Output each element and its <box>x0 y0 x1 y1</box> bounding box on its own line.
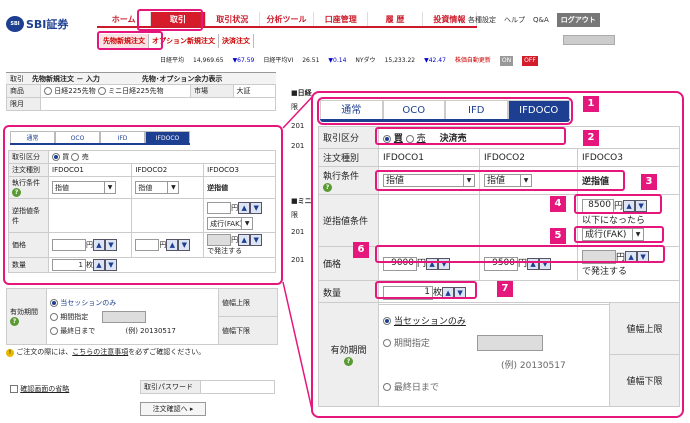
right-price-label: 価格 <box>318 246 379 281</box>
badge-4: 4 <box>550 196 566 212</box>
badge-6: 6 <box>353 242 369 258</box>
right-tab-ifdoco[interactable]: IFDOCO <box>507 100 570 119</box>
right-order-3: IFDOCO3 <box>577 148 680 167</box>
right-last-radio[interactable] <box>383 383 391 391</box>
right-order-table: 取引区分 買 売決済売 注文種別 IFDOCO1 IFDOCO2 IFDOCO3… <box>318 126 680 305</box>
right-cond-text: 執行条件 <box>323 172 360 182</box>
right-order-1: IFDOCO1 <box>378 148 480 167</box>
badge-7: 7 <box>497 281 513 297</box>
right-order-send: で発注する <box>582 267 628 278</box>
right-validity-options: 当セッションのみ 期間指定 (例) 20130517 最終日まで <box>378 302 610 407</box>
right-lower-limit: 値幅下限 <box>609 354 680 407</box>
right-tab-oco[interactable]: OCO <box>382 100 445 119</box>
right-date-input[interactable] <box>476 335 543 351</box>
right-validity-text: 有効期間 <box>330 346 367 356</box>
right-tab-ifd[interactable]: IFD <box>445 100 508 119</box>
right-order-2: IFDOCO2 <box>479 148 578 167</box>
right-qty-label: 数量 <box>318 280 379 305</box>
badge-1: 1 <box>583 96 599 112</box>
right-order-type-label: 注文種別 <box>318 148 379 167</box>
right-stop-cond-label: 逆指値条件 <box>318 194 379 247</box>
right-trade-type-label: 取引区分 <box>318 126 379 149</box>
right-cond-label: 執行条件? <box>318 166 379 195</box>
badge-3: 3 <box>641 174 657 190</box>
badge-2: 2 <box>583 130 599 146</box>
right-last-text: 最終日まで <box>393 382 439 393</box>
help-icon[interactable]: ? <box>344 357 353 366</box>
right-tab-normal[interactable]: 通常 <box>320 100 383 119</box>
right-validity-table: 有効期間? 当セッションのみ 期間指定 (例) 20130517 最終日まで 値… <box>318 302 680 407</box>
right-date-radio[interactable] <box>383 339 391 347</box>
right-example: (例) 20130517 <box>501 360 566 371</box>
highlight-exec-cond <box>375 170 625 191</box>
badge-5: 5 <box>550 228 566 244</box>
right-validity-label: 有効期間? <box>318 302 379 407</box>
highlight-qty <box>375 281 477 299</box>
help-icon[interactable]: ? <box>323 183 332 192</box>
right-upper-limit: 値幅上限 <box>609 302 680 355</box>
highlight-fak <box>574 226 664 243</box>
highlight-stop-price <box>574 194 662 214</box>
right-order-tabs: 通常 OCO IFD IFDOCO <box>317 97 573 125</box>
right-below-text: 以下になったら <box>582 215 646 226</box>
highlight-trade-type <box>375 127 566 145</box>
right-session-radio[interactable] <box>383 317 391 325</box>
right-session-text: 当セッションのみ <box>393 316 466 327</box>
highlight-price <box>375 245 665 263</box>
right-stop-cond-1 <box>378 194 480 247</box>
right-date-text: 期間指定 <box>393 338 430 349</box>
